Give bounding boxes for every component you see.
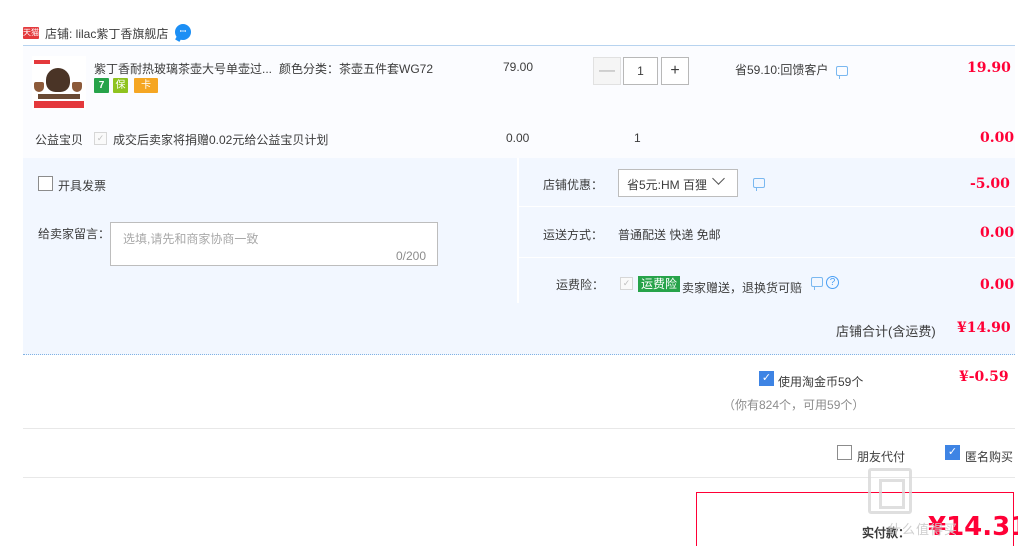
friend-pay-label[interactable]: 朋友代付	[857, 448, 905, 465]
unit-price: 79.00	[503, 60, 534, 74]
anonymous-purchase-label[interactable]: 匿名购买	[965, 448, 1013, 465]
help-icon[interactable]: ?	[826, 276, 839, 289]
watermark-text: 什么值得买	[888, 522, 959, 537]
insurance-label: 运费险：	[556, 278, 605, 292]
coupon-label: 店铺优惠：	[543, 178, 604, 192]
credit-card-icon[interactable]: 卡	[134, 78, 158, 93]
shipping-label: 运送方式：	[543, 228, 604, 242]
item-subtotal: 19.90	[967, 60, 1011, 76]
coupon-discount: -5.00	[970, 176, 1010, 192]
seller-message-placeholder: 选填,请先和商家协商一致	[123, 232, 259, 246]
charity-label: 公益宝贝	[35, 133, 84, 147]
promotion-text: 省59.10:回馈客户	[735, 63, 829, 77]
thumb-cup-shape	[34, 82, 44, 92]
insurance-checkbox: ✓	[620, 277, 633, 290]
charity-checkbox: ✓	[94, 132, 107, 145]
shop-subtotal-label: 店铺合计(含运费)	[836, 324, 936, 339]
seven-day-return-icon[interactable]: 7	[94, 78, 109, 93]
taobao-coin-checkbox[interactable]: ✓	[759, 371, 774, 386]
insurance-chat-icon[interactable]	[811, 277, 823, 290]
divider	[23, 428, 1015, 429]
product-spec-label: 颜色分类：	[279, 62, 340, 76]
shop-name-link[interactable]: 店铺: lilac紫丁香旗舰店	[45, 25, 168, 42]
coupon-selected-value: 省5元:HM 百狸	[627, 178, 708, 192]
order-item-row	[23, 45, 1015, 120]
seller-message-counter: 0/200	[396, 249, 427, 263]
shop-subtotal-value: ¥14.90	[957, 320, 1011, 336]
insurance-fee: 0.00	[980, 277, 1015, 293]
insurance-badge: 运费险	[638, 276, 681, 292]
taobao-coin-discount: ¥-0.59	[959, 369, 1009, 385]
thumb-red-strip	[34, 101, 84, 108]
thumb-cup-shape	[72, 82, 82, 92]
invoice-label[interactable]: 开具发票	[58, 177, 106, 194]
quantity-increase-button[interactable]: +	[661, 57, 689, 85]
charity-quantity: 1	[634, 131, 641, 145]
invoice-checkbox[interactable]	[38, 176, 53, 191]
divider	[23, 477, 1015, 478]
thumb-brand-strip	[34, 60, 50, 64]
quantity-decrease-button[interactable]: —	[593, 57, 621, 85]
product-spec-value: 茶壶五件套WG72	[339, 62, 434, 76]
quantity-input[interactable]: 1	[623, 57, 658, 85]
charity-price: 0.00	[506, 131, 530, 145]
charity-text: 成交后卖家将捐赠0.02元给公益宝贝计划	[113, 133, 329, 147]
wangwang-chat-icon[interactable]: ꟷ	[175, 24, 191, 40]
insurance-text: 卖家赠送，退换货可赔	[682, 281, 803, 295]
product-title-link[interactable]: 紫丁香耐热玻璃茶壶大号单壶过...	[94, 60, 272, 77]
seller-message-label: 给卖家留言：	[38, 227, 111, 241]
shipping-fee: 0.00	[980, 225, 1015, 241]
taobao-coin-label[interactable]: 使用淘金币59个	[778, 373, 863, 390]
product-spec: 颜色分类：茶壶五件套WG72	[279, 60, 433, 77]
anonymous-purchase-checkbox[interactable]: ✓	[945, 445, 960, 460]
promo-chat-icon[interactable]	[836, 66, 848, 79]
friend-pay-checkbox[interactable]	[837, 445, 852, 460]
product-thumbnail[interactable]	[32, 56, 86, 110]
guarantee-icon[interactable]: 保	[113, 78, 128, 93]
taobao-coin-balance: （你有824个，可用59个）	[723, 398, 865, 412]
tmall-badge: 天猫	[23, 27, 39, 39]
coupon-chat-icon[interactable]	[753, 178, 765, 191]
shipping-method: 普通配送 快递 免邮	[618, 228, 721, 242]
thumb-base-shape	[38, 94, 80, 99]
thumb-teapot-shape	[46, 68, 70, 92]
charity-total: 0.00	[980, 130, 1015, 146]
watermark-logo-icon	[868, 468, 912, 514]
